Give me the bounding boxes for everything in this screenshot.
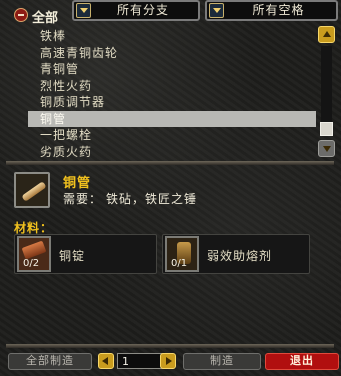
- list-item[interactable]: 铜质调节器: [28, 94, 316, 111]
- list-item[interactable]: 高速青铜齿轮: [28, 45, 316, 62]
- list-item[interactable]: 青铜管: [28, 61, 316, 78]
- subclass-dropdown-label: 所有分支: [116, 3, 169, 17]
- item-name: 铜管: [63, 176, 92, 191]
- list-item[interactable]: 铁棒: [28, 28, 316, 45]
- requirements: 需要： 铁砧，铁匠之锤: [63, 190, 197, 207]
- reagent-count: 0/2: [23, 258, 40, 269]
- list-item[interactable]: 劣质火药: [28, 144, 316, 161]
- list-item[interactable]: 烈性火药: [28, 78, 316, 95]
- reagent-name: 弱效助熔剂: [207, 249, 273, 263]
- decrement-icon[interactable]: [98, 353, 114, 369]
- divider: [6, 344, 334, 348]
- quantity-input[interactable]: [117, 353, 163, 369]
- increment-icon[interactable]: [160, 353, 176, 369]
- reagent-slot[interactable]: 0/1 弱效助熔剂: [162, 234, 310, 274]
- subclass-dropdown[interactable]: 所有分支: [72, 0, 200, 21]
- scroll-thumb[interactable]: [320, 122, 333, 136]
- list-item-selected[interactable]: 铜管: [28, 110, 316, 127]
- copper-tube-icon[interactable]: [14, 172, 50, 208]
- weak-flux-icon[interactable]: 0/1: [165, 236, 199, 272]
- dropdown-arrow-icon[interactable]: [209, 3, 224, 18]
- recipe-list: 铁棒 高速青铜齿轮 青铜管 烈性火药 铜质调节器 铜管 一把螺栓 劣质火药: [28, 28, 316, 160]
- collapse-all-icon[interactable]: [14, 8, 28, 22]
- exit-button[interactable]: 退出: [265, 353, 339, 370]
- requires-label: 需要：: [63, 192, 103, 206]
- list-item[interactable]: 一把螺栓: [28, 127, 316, 144]
- required-tools: 铁砧，铁匠之锤: [106, 192, 198, 206]
- slot-dropdown-label: 所有空格: [252, 3, 305, 17]
- recipe-scrollbar[interactable]: [318, 26, 335, 158]
- all-label: 全部: [32, 11, 59, 26]
- reagent-name: 铜锭: [59, 249, 86, 263]
- reagent-slot[interactable]: 0/2 铜锭: [14, 234, 157, 274]
- create-button[interactable]: 制造: [183, 353, 261, 370]
- tradeskill-window: 全部 所有分支 所有空格 铁棒 高速青铜齿轮 青铜管 烈性火药 铜质调节器 铜管…: [0, 0, 341, 376]
- reagent-count: 0/1: [171, 258, 188, 269]
- scroll-up-icon[interactable]: [318, 26, 335, 43]
- divider: [6, 161, 334, 165]
- scroll-down-icon[interactable]: [318, 140, 335, 157]
- slot-dropdown[interactable]: 所有空格: [205, 0, 338, 21]
- create-all-button[interactable]: 全部制造: [8, 353, 92, 370]
- copper-bar-icon[interactable]: 0/2: [17, 236, 51, 272]
- dropdown-arrow-icon[interactable]: [76, 3, 91, 18]
